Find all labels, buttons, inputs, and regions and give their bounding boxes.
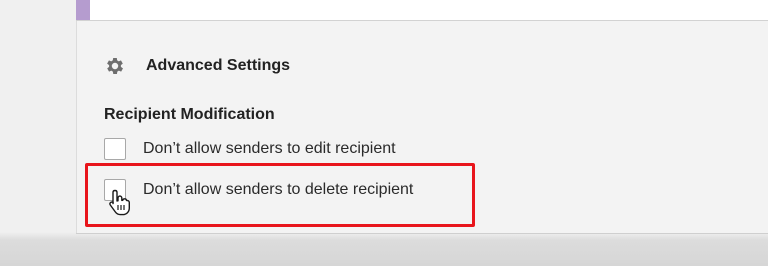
advanced-settings-title: Advanced Settings — [146, 57, 291, 74]
option-edit-recipient[interactable]: Don’t allow senders to edit recipient — [104, 136, 396, 162]
edit-recipient-checkbox[interactable] — [104, 138, 126, 160]
recipient-modification-title: Recipient Modification — [104, 106, 275, 123]
highlight-annotation-box — [85, 163, 475, 227]
previous-section-card — [76, 0, 768, 21]
panel-divider — [76, 233, 768, 234]
card-accent-bar — [76, 0, 90, 20]
gear-icon — [104, 55, 126, 77]
edit-recipient-label[interactable]: Don’t allow senders to edit recipient — [143, 140, 396, 158]
hand-pointer-cursor-icon — [108, 188, 132, 216]
